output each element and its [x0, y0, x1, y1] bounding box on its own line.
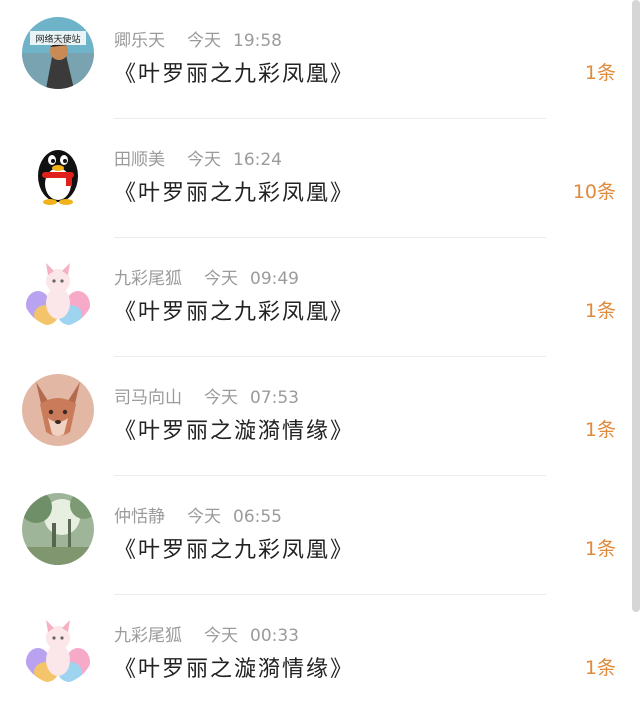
message-day: 今天: [187, 150, 221, 170]
scrollbar[interactable]: [632, 0, 640, 612]
nine-tailed-fox-avatar[interactable]: [22, 255, 94, 327]
message-count: 1条: [584, 419, 616, 441]
message-row[interactable]: 九彩尾狐 今天 00:33 《叶罗丽之漩漪情缘》 1条: [0, 595, 632, 709]
sender-name: 司马向山: [114, 388, 182, 408]
message-title: 《叶罗丽之九彩凤凰》: [114, 300, 355, 325]
message-count: 1条: [584, 62, 616, 84]
qq-penguin-avatar[interactable]: [22, 136, 94, 208]
message-time: 09:49: [250, 269, 299, 289]
message-title: 《叶罗丽之九彩凤凰》: [114, 181, 355, 206]
message-count: 1条: [584, 300, 616, 322]
sender-name: 九彩尾狐: [114, 626, 182, 646]
message-day: 今天: [204, 626, 238, 646]
message-meta: 田顺美 今天 16:24: [114, 145, 282, 170]
message-meta: 九彩尾狐 今天 00:33: [114, 621, 299, 646]
message-row[interactable]: 仲恬静 今天 06:55 《叶罗丽之九彩凤凰》 1条: [0, 476, 632, 595]
sender-name: 卿乐天: [114, 31, 165, 51]
message-title: 《叶罗丽之九彩凤凰》: [114, 538, 355, 563]
message-row[interactable]: 司马向山 今天 07:53 《叶罗丽之漩漪情缘》 1条: [0, 357, 632, 476]
message-row[interactable]: 网络天使站 卿乐天 今天 19:58 《叶罗丽之九彩凤凰》 1条: [0, 0, 632, 119]
message-meta: 卿乐天 今天 19:58: [114, 26, 282, 51]
message-time: 19:58: [233, 31, 282, 51]
message-day: 今天: [204, 388, 238, 408]
nine-tailed-fox-avatar[interactable]: [22, 612, 94, 684]
message-count: 1条: [584, 538, 616, 560]
character-avatar[interactable]: 网络天使站: [22, 17, 94, 89]
avatar-label: 网络天使站: [35, 33, 80, 45]
message-count: 1条: [584, 657, 616, 679]
message-time: 16:24: [233, 150, 282, 170]
message-time: 00:33: [250, 626, 299, 646]
message-day: 今天: [204, 269, 238, 289]
message-title: 《叶罗丽之九彩凤凰》: [114, 62, 355, 87]
forest-avatar[interactable]: [22, 493, 94, 565]
sender-name: 田顺美: [114, 150, 165, 170]
message-day: 今天: [187, 507, 221, 527]
message-row[interactable]: 田顺美 今天 16:24 《叶罗丽之九彩凤凰》 10条: [0, 119, 632, 238]
message-meta: 司马向山 今天 07:53: [114, 383, 299, 408]
message-list: 网络天使站 卿乐天 今天 19:58 《叶罗丽之九彩凤凰》 1条 田顺美 今天 …: [0, 0, 640, 709]
message-row[interactable]: 九彩尾狐 今天 09:49 《叶罗丽之九彩凤凰》 1条: [0, 238, 632, 357]
message-title: 《叶罗丽之漩漪情缘》: [114, 419, 355, 444]
message-meta: 仲恬静 今天 06:55: [114, 502, 282, 527]
message-title: 《叶罗丽之漩漪情缘》: [114, 657, 355, 682]
fox-sketch-avatar[interactable]: [22, 374, 94, 446]
sender-name: 仲恬静: [114, 507, 165, 527]
message-meta: 九彩尾狐 今天 09:49: [114, 264, 299, 289]
message-count: 10条: [572, 181, 616, 203]
message-day: 今天: [187, 31, 221, 51]
message-time: 07:53: [250, 388, 299, 408]
sender-name: 九彩尾狐: [114, 269, 182, 289]
message-time: 06:55: [233, 507, 282, 527]
